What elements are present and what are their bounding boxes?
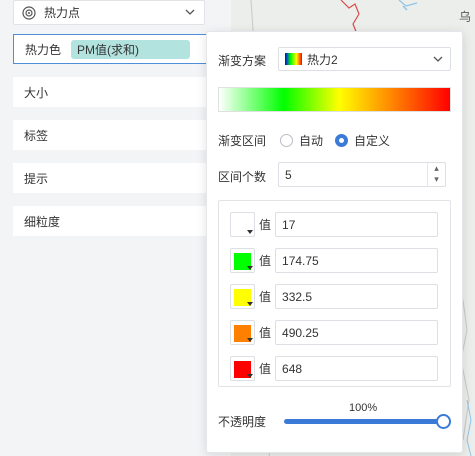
count-stepper[interactable]: ▴ ▾ bbox=[427, 163, 445, 186]
dropdown-triangle-icon bbox=[247, 230, 253, 234]
row-label-label: 标签 bbox=[24, 128, 49, 143]
row-heat-color-label: 热力色 bbox=[25, 42, 62, 57]
radio-custom-circle[interactable] bbox=[335, 134, 348, 147]
color-picker-button[interactable] bbox=[230, 284, 255, 309]
opacity-label: 不透明度 bbox=[218, 415, 267, 429]
heat-color-popover: 渐变方案 热力2 渐变区间 自动 自定义 区间个数 5 ▴ ▾ 值 17 值 1… bbox=[206, 31, 463, 453]
chevron-down-icon bbox=[185, 9, 195, 15]
stepper-up-icon[interactable]: ▴ bbox=[428, 163, 445, 174]
stop-value-input[interactable]: 332.5 bbox=[275, 284, 439, 309]
radio-auto-circle[interactable] bbox=[280, 134, 293, 147]
color-stop: 值 490.25 bbox=[230, 320, 439, 345]
dropdown-triangle-icon bbox=[247, 266, 253, 270]
radio-custom-label: 自定义 bbox=[354, 134, 391, 148]
interval-count-input[interactable]: 5 ▴ ▾ bbox=[278, 162, 446, 187]
count-label: 区间个数 bbox=[218, 170, 267, 184]
chevron-down-icon bbox=[433, 56, 443, 62]
stop-value: 332.5 bbox=[282, 289, 313, 304]
color-stops-box: 值 17 值 174.75 值 332.5 值 490.25 值 648 bbox=[218, 200, 451, 387]
stop-value-input[interactable]: 174.75 bbox=[275, 248, 439, 273]
opacity-slider-track[interactable] bbox=[284, 419, 444, 424]
heat-point-icon bbox=[22, 5, 36, 20]
field-pill[interactable]: PM值(求和) bbox=[71, 39, 191, 59]
dropdown-triangle-icon bbox=[247, 302, 253, 306]
radio-custom[interactable]: 自定义 bbox=[335, 132, 390, 149]
stop-value: 17 bbox=[282, 217, 296, 232]
color-picker-button[interactable] bbox=[230, 356, 255, 381]
radio-auto-label: 自动 bbox=[299, 134, 324, 148]
color-picker-button[interactable] bbox=[230, 320, 255, 345]
value-label: 值 bbox=[259, 362, 272, 376]
row-size[interactable]: 大小 bbox=[13, 77, 231, 107]
stop-value: 648 bbox=[282, 361, 303, 376]
map-type-select[interactable]: 热力点 bbox=[13, 0, 205, 25]
color-picker-button[interactable] bbox=[230, 212, 255, 237]
color-picker-button[interactable] bbox=[230, 248, 255, 273]
stop-value: 490.25 bbox=[282, 325, 319, 340]
row-heat-color[interactable]: 热力色 PM值(求和) bbox=[13, 34, 232, 64]
value-label: 值 bbox=[259, 326, 272, 340]
stop-value: 174.75 bbox=[282, 253, 319, 268]
color-stop: 值 17 bbox=[230, 212, 439, 237]
dropdown-triangle-icon bbox=[247, 374, 253, 378]
value-label: 值 bbox=[259, 218, 272, 232]
row-granularity-label: 细粒度 bbox=[24, 214, 61, 229]
map-place-label: 乌 bbox=[459, 10, 472, 24]
count-value: 5 bbox=[285, 167, 292, 182]
stop-value-input[interactable]: 648 bbox=[275, 356, 439, 381]
value-label: 值 bbox=[259, 290, 272, 304]
map-type-label: 热力点 bbox=[44, 6, 81, 20]
range-label: 渐变区间 bbox=[218, 134, 267, 148]
gradient-preview-bar bbox=[218, 87, 451, 112]
opacity-value: 100% bbox=[349, 402, 378, 414]
dropdown-triangle-icon bbox=[247, 338, 253, 342]
value-label: 值 bbox=[259, 254, 272, 268]
stop-value-input[interactable]: 490.25 bbox=[275, 320, 439, 345]
scheme-label: 渐变方案 bbox=[218, 54, 267, 68]
color-stop: 值 332.5 bbox=[230, 284, 439, 309]
config-panel: 热力点 热力色 PM值(求和) 大小 标签 提示 细粒度 bbox=[0, 0, 232, 456]
radio-auto[interactable]: 自动 bbox=[280, 132, 323, 149]
row-tooltip[interactable]: 提示 bbox=[13, 163, 231, 193]
gradient-scheme-select[interactable]: 热力2 bbox=[278, 47, 451, 71]
color-stop: 值 174.75 bbox=[230, 248, 439, 273]
color-stop: 值 648 bbox=[230, 356, 439, 381]
stop-value-input[interactable]: 17 bbox=[275, 212, 439, 237]
stepper-down-icon[interactable]: ▾ bbox=[428, 174, 445, 185]
row-tooltip-label: 提示 bbox=[24, 171, 49, 186]
scheme-swatch bbox=[285, 53, 302, 65]
row-label[interactable]: 标签 bbox=[13, 120, 231, 150]
opacity-slider-handle[interactable] bbox=[436, 414, 451, 429]
row-size-label: 大小 bbox=[24, 85, 49, 100]
scheme-value: 热力2 bbox=[307, 52, 338, 67]
row-granularity[interactable]: 细粒度 bbox=[13, 206, 231, 236]
